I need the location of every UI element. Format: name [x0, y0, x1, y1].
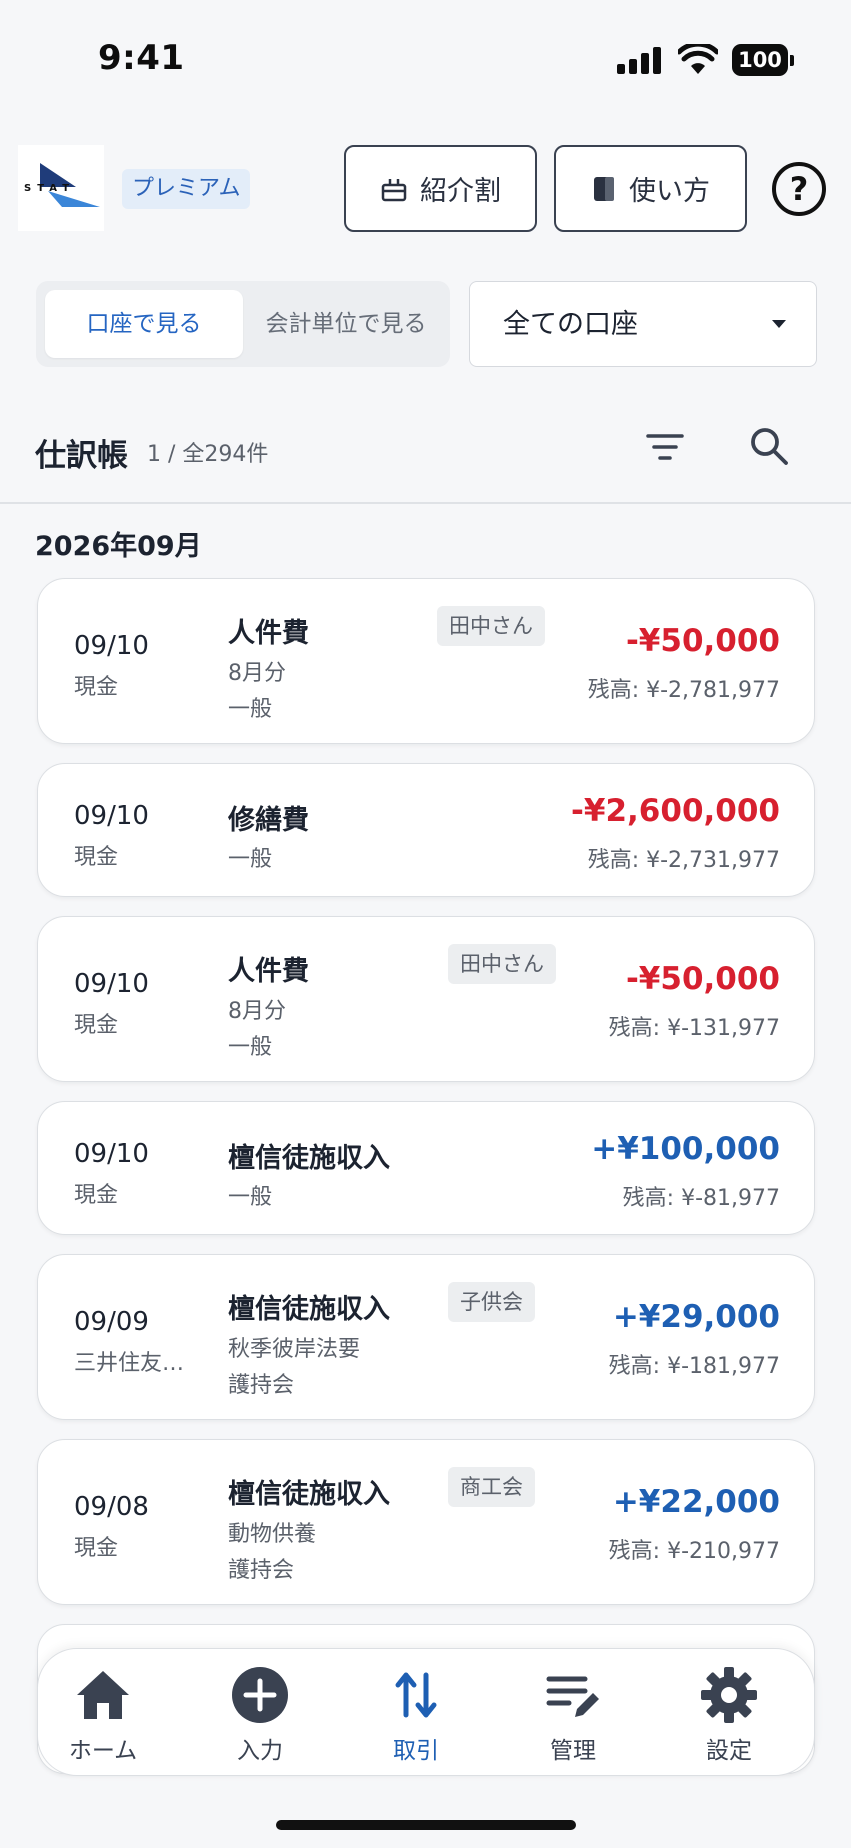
- nav-home[interactable]: ホーム: [38, 1649, 168, 1777]
- journal-count: 1 / 全294件: [147, 442, 269, 467]
- cellular-signal-icon: [617, 46, 663, 74]
- transaction-account: 現金: [74, 1013, 119, 1038]
- transaction-account: 現金: [74, 845, 119, 870]
- status-time: 9:41: [98, 38, 185, 78]
- premium-badge: プレミアム: [122, 169, 251, 209]
- transaction-account: 現金: [74, 1536, 119, 1561]
- transaction-date: 09/10: [74, 1139, 149, 1169]
- transaction-balance: 残高: ¥-210,977: [608, 1539, 780, 1564]
- account-select-value: 全ての口座: [503, 309, 638, 340]
- referral-button[interactable]: 紹介割: [344, 145, 537, 232]
- transfer-arrows-icon: [395, 1672, 437, 1718]
- search-icon[interactable]: [748, 425, 790, 467]
- stat-logo: STAT: [18, 145, 104, 231]
- transaction-memo: 秋季彼岸法要: [228, 1337, 361, 1362]
- transaction-amount: -¥50,000: [625, 623, 780, 659]
- nav-home-label: ホーム: [68, 1738, 138, 1764]
- bottom-nav: ホーム 入力 取引 管理 設定: [37, 1648, 815, 1776]
- wifi-icon: [678, 44, 718, 74]
- transaction-date: 09/10: [74, 801, 149, 831]
- transaction-card[interactable]: 09/10 現金 人件費 8月分 一般 田中さん -¥50,000 残高: ¥-…: [37, 916, 815, 1082]
- transaction-balance: 残高: ¥-2,731,977: [587, 848, 780, 873]
- transaction-category: 修繕費: [228, 805, 309, 836]
- transaction-balance: 残高: ¥-2,781,977: [587, 678, 780, 703]
- transaction-tag: 商工会: [448, 1467, 535, 1507]
- transaction-amount: -¥50,000: [625, 961, 780, 997]
- transaction-card[interactable]: 09/09 三井住友… 檀信徒施収入 秋季彼岸法要 護持会 子供会 +¥29,0…: [37, 1254, 815, 1420]
- transaction-amount: +¥22,000: [612, 1484, 780, 1520]
- transaction-account: 現金: [74, 675, 119, 700]
- transaction-date: 09/08: [74, 1492, 149, 1522]
- transaction-tag: 田中さん: [448, 944, 556, 984]
- nav-settings-label: 設定: [706, 1738, 752, 1764]
- home-icon: [77, 1671, 129, 1719]
- nav-input-label: 入力: [237, 1738, 283, 1764]
- transaction-amount: +¥29,000: [612, 1299, 780, 1335]
- transaction-category: 檀信徒施収入: [228, 1479, 390, 1510]
- transaction-unit: 護持会: [228, 1558, 295, 1583]
- nav-settings[interactable]: 設定: [664, 1649, 794, 1777]
- transaction-card[interactable]: 09/10 現金 檀信徒施収入 一般 +¥100,000 残高: ¥-81,97…: [37, 1101, 815, 1235]
- transaction-unit: 一般: [228, 1035, 273, 1060]
- transaction-date: 09/10: [74, 969, 149, 999]
- nav-manage[interactable]: 管理: [508, 1649, 638, 1777]
- transaction-date: 09/09: [74, 1307, 149, 1337]
- svg-text:STAT: STAT: [24, 183, 75, 194]
- transaction-tag: 田中さん: [437, 606, 545, 646]
- transaction-amount: +¥100,000: [591, 1131, 780, 1167]
- gift-icon: [381, 178, 407, 201]
- transaction-memo: 8月分: [228, 661, 286, 686]
- transaction-category: 人件費: [228, 956, 309, 987]
- edit-list-icon: [546, 1676, 599, 1717]
- transaction-card[interactable]: 09/08 現金 檀信徒施収入 動物供養 護持会 商工会 +¥22,000 残高…: [37, 1439, 815, 1605]
- howto-button[interactable]: 使い方: [554, 145, 747, 232]
- transaction-card[interactable]: 09/10 現金 修繕費 一般 -¥2,600,000 残高: ¥-2,731,…: [37, 763, 815, 897]
- transaction-balance: 残高: ¥-181,977: [608, 1354, 780, 1379]
- transaction-category: 檀信徒施収入: [228, 1294, 390, 1325]
- battery-icon: 100: [732, 44, 794, 76]
- nav-manage-label: 管理: [550, 1738, 596, 1764]
- transaction-unit: 一般: [228, 1185, 273, 1210]
- transaction-account: 現金: [74, 1183, 119, 1208]
- divider: [0, 502, 851, 504]
- account-select[interactable]: 全ての口座: [469, 281, 817, 367]
- transaction-date: 09/10: [74, 631, 149, 661]
- transaction-category: 檀信徒施収入: [228, 1143, 390, 1174]
- transaction-card[interactable]: 09/10 現金 人件費 8月分 一般 田中さん -¥50,000 残高: ¥-…: [37, 578, 815, 744]
- transaction-balance: 残高: ¥-131,977: [608, 1016, 780, 1041]
- transaction-memo: 動物供養: [228, 1522, 317, 1547]
- help-icon[interactable]: ?: [772, 162, 826, 216]
- howto-label: 使い方: [629, 176, 710, 207]
- plus-circle-icon: [232, 1667, 288, 1723]
- nav-transactions[interactable]: 取引: [351, 1649, 481, 1777]
- transaction-category: 人件費: [228, 618, 309, 649]
- chevron-down-icon: [772, 320, 786, 328]
- transaction-amount: -¥2,600,000: [571, 793, 780, 829]
- status-bar: 9:41 100: [0, 0, 851, 110]
- gear-icon: [701, 1667, 757, 1723]
- filter-icon[interactable]: [645, 430, 685, 464]
- view-by-accounting-unit-tab[interactable]: 会計単位で見る: [250, 290, 442, 358]
- home-indicator: [276, 1820, 576, 1830]
- view-toggle: 口座で見る 会計単位で見る: [36, 281, 450, 367]
- transaction-memo: 8月分: [228, 999, 286, 1024]
- view-by-account-tab[interactable]: 口座で見る: [45, 290, 243, 358]
- transaction-unit: 護持会: [228, 1373, 295, 1398]
- transaction-unit: 一般: [228, 847, 273, 872]
- nav-input[interactable]: 入力: [195, 1649, 325, 1777]
- month-label: 2026年09月: [35, 531, 202, 562]
- battery-level: 100: [732, 44, 788, 76]
- transaction-unit: 一般: [228, 697, 273, 722]
- transaction-tag: 子供会: [448, 1282, 535, 1322]
- referral-label: 紹介割: [420, 176, 501, 207]
- transaction-balance: 残高: ¥-81,977: [622, 1186, 780, 1211]
- journal-title: 仕訳帳: [35, 438, 128, 474]
- transaction-account: 三井住友…: [74, 1351, 185, 1376]
- nav-transactions-label: 取引: [393, 1738, 439, 1764]
- book-icon: [594, 176, 614, 201]
